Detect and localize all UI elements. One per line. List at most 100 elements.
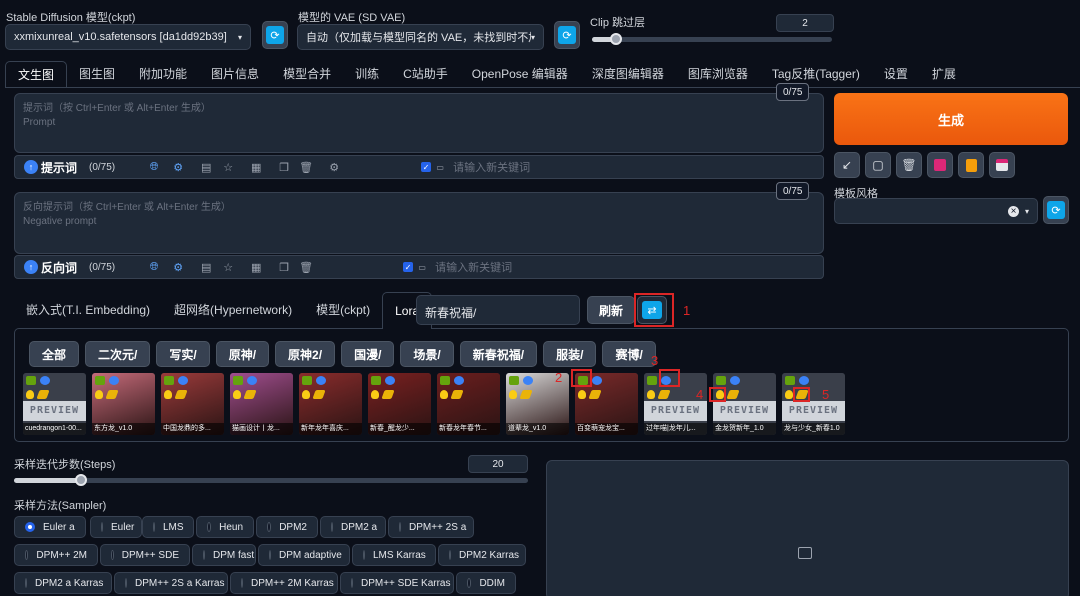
sampler-option[interactable]: DPM2 bbox=[256, 516, 318, 538]
sampler-option[interactable]: DPM2 a Karras bbox=[14, 572, 112, 594]
clear-icon[interactable]: × bbox=[1007, 205, 1019, 217]
save-style-button[interactable] bbox=[989, 152, 1015, 178]
lora-card[interactable]: 新年龙年喜庆... bbox=[299, 373, 362, 435]
sampler-option[interactable]: LMS bbox=[142, 516, 194, 538]
generate-button[interactable]: 生成 bbox=[834, 93, 1068, 145]
globe-icon[interactable] bbox=[730, 376, 740, 385]
tab-train[interactable]: 训练 bbox=[343, 61, 391, 87]
bulb-icon[interactable] bbox=[647, 390, 655, 399]
extra-networks-button[interactable] bbox=[927, 152, 953, 178]
globe-icon[interactable] bbox=[454, 376, 464, 385]
trash-icon[interactable]: 🗑︎ bbox=[299, 260, 313, 274]
globe-icon[interactable] bbox=[40, 376, 50, 385]
settings-icon[interactable]: ⚙ bbox=[327, 160, 341, 174]
sampler-option[interactable]: DPM++ 2S a Karras bbox=[114, 572, 228, 594]
globe-icon[interactable]: 🌐︎ bbox=[147, 260, 161, 274]
sampler-option[interactable]: DDIM bbox=[456, 572, 516, 594]
sampler-option[interactable]: Euler bbox=[90, 516, 142, 538]
globe-icon[interactable] bbox=[523, 376, 533, 385]
globe-icon[interactable] bbox=[247, 376, 257, 385]
style-select[interactable]: × ▾ bbox=[834, 198, 1038, 224]
image-icon[interactable] bbox=[716, 376, 726, 385]
checkbox-icon[interactable]: ✓ bbox=[421, 162, 432, 172]
globe-icon[interactable] bbox=[178, 376, 188, 385]
clip-value-input[interactable]: 2 bbox=[776, 14, 834, 32]
star-icon[interactable]: ☆ bbox=[221, 160, 235, 174]
translate-icon[interactable]: ▦ bbox=[249, 160, 263, 174]
refresh-styles-button[interactable]: ⟳ bbox=[1043, 196, 1069, 224]
network-search-input[interactable]: 新春祝福/ bbox=[416, 295, 580, 325]
sampler-option[interactable]: LMS Karras bbox=[352, 544, 436, 566]
sampler-option[interactable]: Heun bbox=[196, 516, 254, 538]
globe-icon[interactable] bbox=[109, 376, 119, 385]
image-icon[interactable] bbox=[440, 376, 450, 385]
lora-card[interactable]: PREVIEW 龙与少女_新春1.0 bbox=[782, 373, 845, 435]
bulb-icon[interactable] bbox=[509, 390, 517, 399]
arrow-up-icon[interactable]: ↑ bbox=[24, 160, 38, 174]
lora-card[interactable]: 中国龙鼎的多... bbox=[161, 373, 224, 435]
prompt-textarea[interactable]: 提示词（按 Ctrl+Enter 或 Alt+Enter 生成） Prompt bbox=[14, 93, 824, 153]
sampler-option[interactable]: DPM fast bbox=[192, 544, 256, 566]
clip-slider-knob[interactable] bbox=[610, 33, 622, 45]
tab-embedding[interactable]: 嵌入式(T.I. Embedding) bbox=[14, 292, 162, 328]
image-icon[interactable] bbox=[302, 376, 312, 385]
bulb-icon[interactable] bbox=[233, 390, 241, 399]
sampler-option[interactable]: DPM++ 2M Karras bbox=[230, 572, 338, 594]
category-realistic[interactable]: 写实/ bbox=[156, 341, 210, 367]
bulb-icon[interactable] bbox=[785, 390, 793, 399]
lora-card[interactable]: PREVIEW 金龙贺新年_1.0 bbox=[713, 373, 776, 435]
lora-card[interactable]: 东方龙_v1.0 bbox=[92, 373, 155, 435]
model-select[interactable]: xxmixunreal_v10.safetensors [da1dd92b39]… bbox=[5, 24, 251, 50]
globe-icon[interactable] bbox=[592, 376, 602, 385]
sampler-option[interactable]: DPM++ 2S a bbox=[388, 516, 474, 538]
category-cyber[interactable]: 赛博/ bbox=[602, 341, 656, 367]
sampler-option[interactable]: DPM adaptive bbox=[258, 544, 350, 566]
trash-button[interactable]: 🗑︎ bbox=[896, 152, 922, 178]
clipboard-icon[interactable]: ▤ bbox=[199, 160, 213, 174]
bulb-icon[interactable] bbox=[26, 390, 34, 399]
tab-checkpoint[interactable]: 模型(ckpt) bbox=[304, 292, 382, 328]
bulb-icon[interactable] bbox=[95, 390, 103, 399]
prompt-keyword-input[interactable]: 请输入新关键词 bbox=[453, 159, 530, 175]
category-new-year[interactable]: 新春祝福/ bbox=[459, 341, 538, 367]
image-icon[interactable] bbox=[371, 376, 381, 385]
category-genshin[interactable]: 原神/ bbox=[215, 341, 270, 367]
image-icon[interactable] bbox=[509, 376, 519, 385]
tab-depth[interactable]: 深度图编辑器 bbox=[580, 61, 676, 87]
read-params-button[interactable]: ↙ bbox=[834, 152, 860, 178]
steps-slider-knob[interactable] bbox=[74, 474, 87, 486]
bulb-icon[interactable] bbox=[440, 390, 448, 399]
translate-icon[interactable]: ▦ bbox=[249, 260, 263, 274]
tab-img2img[interactable]: 图生图 bbox=[67, 61, 127, 87]
category-guoman[interactable]: 国漫/ bbox=[341, 341, 395, 367]
tab-png-info[interactable]: 图片信息 bbox=[199, 61, 271, 87]
copy-icon[interactable]: ❐ bbox=[277, 160, 291, 174]
globe-icon[interactable] bbox=[385, 376, 395, 385]
tab-txt2img[interactable]: 文生图 bbox=[5, 61, 68, 87]
tab-gallery[interactable]: 图库浏览器 bbox=[676, 61, 760, 87]
vae-select[interactable]: 自动（仅加载与模型同名的 VAE，未找到时不加 ▾ bbox=[297, 24, 544, 50]
sampler-option[interactable]: DPM++ SDE Karras bbox=[340, 572, 454, 594]
bulb-icon[interactable] bbox=[164, 390, 172, 399]
tab-civitai-helper[interactable]: C站助手 bbox=[391, 61, 460, 87]
steps-input[interactable]: 20 bbox=[468, 455, 528, 473]
category-anime[interactable]: 二次元/ bbox=[85, 341, 151, 367]
globe-icon[interactable]: 🌐︎ bbox=[147, 160, 161, 174]
clear-button[interactable]: ▢ bbox=[865, 152, 891, 178]
category-genshin2[interactable]: 原神2/ bbox=[275, 341, 336, 367]
refresh-model-button[interactable]: ⟳ bbox=[262, 21, 288, 49]
tab-extras[interactable]: 附加功能 bbox=[127, 61, 199, 87]
globe-icon[interactable] bbox=[799, 376, 809, 385]
clip-slider[interactable] bbox=[592, 37, 832, 42]
clipboard-icon[interactable]: ▤ bbox=[199, 260, 213, 274]
bulb-icon[interactable] bbox=[371, 390, 379, 399]
steps-slider[interactable] bbox=[14, 478, 528, 483]
checkbox-icon[interactable]: ✓ bbox=[403, 262, 414, 272]
star-icon[interactable]: ☆ bbox=[221, 260, 235, 274]
tab-hypernetwork[interactable]: 超网络(Hypernetwork) bbox=[162, 292, 304, 328]
tab-settings[interactable]: 设置 bbox=[872, 61, 920, 87]
image-icon[interactable] bbox=[164, 376, 174, 385]
sampler-option[interactable]: DPM2 Karras bbox=[438, 544, 526, 566]
bulb-icon[interactable] bbox=[578, 390, 586, 399]
image-icon[interactable] bbox=[647, 376, 657, 385]
